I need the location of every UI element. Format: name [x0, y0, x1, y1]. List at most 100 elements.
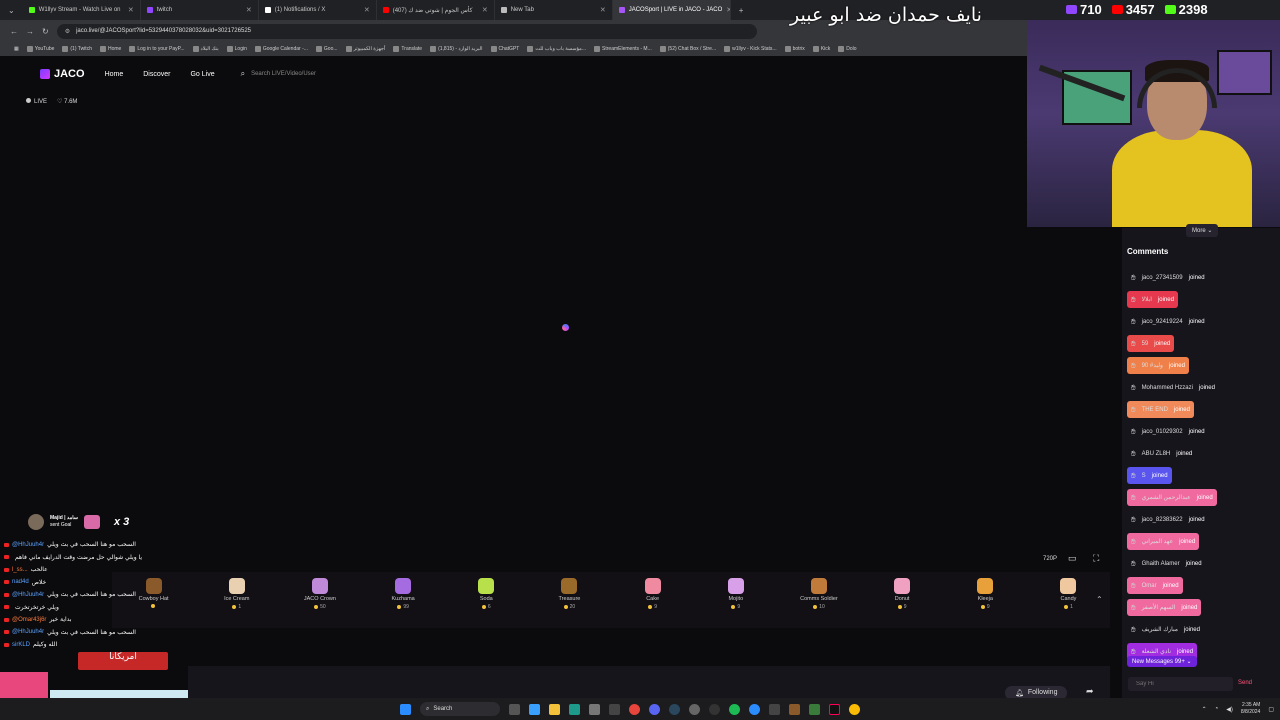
- nav-home[interactable]: Home: [105, 71, 124, 78]
- bookmark-item[interactable]: Goo...: [315, 46, 338, 52]
- store-icon[interactable]: [589, 703, 600, 715]
- back-icon[interactable]: ←: [10, 27, 18, 36]
- app-icon[interactable]: [609, 703, 620, 715]
- reload-icon[interactable]: ↻: [42, 27, 49, 36]
- browser-tab[interactable]: JACOSport | LIVE in JACO - JACO✕: [612, 0, 731, 20]
- discord-icon[interactable]: [649, 703, 660, 715]
- obs-icon[interactable]: [709, 703, 720, 715]
- theater-mode-icon[interactable]: ▭: [1068, 553, 1077, 564]
- bookmark-item[interactable]: Dolo: [838, 46, 857, 52]
- send-button[interactable]: Send: [1238, 680, 1252, 686]
- close-icon[interactable]: ✕: [128, 6, 134, 14]
- share-icon[interactable]: ➦: [1086, 686, 1094, 697]
- fullscreen-icon[interactable]: ⛶: [1093, 553, 1099, 564]
- comment-user[interactable]: Omar: [1142, 583, 1157, 589]
- app-icon-5[interactable]: [809, 703, 820, 715]
- new-tab-icon[interactable]: +: [731, 6, 752, 15]
- gift-item[interactable]: Cake 9: [611, 578, 694, 610]
- bookmark-item[interactable]: Google Calendar -...: [254, 46, 308, 52]
- gift-item[interactable]: JACO Crown 50: [278, 578, 361, 610]
- comment-user[interactable]: jaco_27341509: [1142, 275, 1183, 281]
- comment-user[interactable]: عبدالرحمن الشمري: [1142, 494, 1191, 501]
- notification-icon[interactable]: ▢: [1268, 706, 1274, 713]
- windows-start-icon[interactable]: [400, 703, 411, 715]
- comment-user[interactable]: عهد الميراني: [1142, 538, 1174, 545]
- jaco-logo[interactable]: JACO: [40, 68, 85, 80]
- browser-tab[interactable]: (1) Notifications / X ✕: [259, 0, 377, 20]
- chevron-up-icon[interactable]: ⌃: [1096, 595, 1103, 604]
- app-icon-2[interactable]: [749, 703, 760, 715]
- comment-user[interactable]: Mohammed Hzzazi: [1142, 385, 1193, 391]
- task-view-icon[interactable]: [509, 703, 520, 715]
- clock[interactable]: 2:35 AM 8/8/2024: [1241, 702, 1260, 716]
- more-button[interactable]: More ⌄: [1186, 224, 1219, 237]
- comment-user[interactable]: jaco_92419224: [1142, 319, 1183, 325]
- volume-icon[interactable]: ◀): [1226, 706, 1233, 713]
- bookmark-item[interactable]: مؤسسة باب وباب للت...: [527, 46, 586, 52]
- comment-user[interactable]: وليد# 90: [1142, 362, 1163, 369]
- close-icon[interactable]: ✕: [482, 6, 488, 14]
- tab-search-icon[interactable]: ⌄: [0, 6, 23, 15]
- chevron-up-icon[interactable]: ⌃: [1202, 706, 1207, 713]
- close-icon[interactable]: ✕: [246, 6, 252, 14]
- comment-user[interactable]: مبارك الشريف: [1142, 626, 1178, 633]
- comment-user[interactable]: 59: [1142, 341, 1149, 347]
- steam-icon[interactable]: [669, 703, 680, 715]
- bookmark-item[interactable]: w1llyv - Kick Stats...: [724, 46, 777, 52]
- bookmark-item[interactable]: StreamElements - M...: [594, 46, 652, 52]
- comment-user[interactable]: THE END: [1142, 407, 1168, 413]
- close-icon[interactable]: ✕: [364, 6, 370, 14]
- widget-icon[interactable]: [529, 703, 540, 715]
- settings-icon[interactable]: [689, 703, 700, 715]
- gift-item[interactable]: Ice Cream 1: [195, 578, 278, 610]
- comment-user[interactable]: jaco_82383622: [1142, 517, 1183, 523]
- gift-item[interactable]: Kleeja 9: [944, 578, 1027, 610]
- close-icon[interactable]: ✕: [600, 6, 606, 14]
- site-search[interactable]: ⌕ Search LIVE/Video/User: [241, 69, 316, 79]
- taskbar-search[interactable]: ⌕ Search: [420, 702, 500, 716]
- gift-item[interactable]: Donut 9: [861, 578, 944, 610]
- quality-selector[interactable]: 720P: [1043, 556, 1057, 562]
- gift-item[interactable]: Kuzhama 99: [362, 578, 445, 610]
- comment-user[interactable]: ابلالا: [1142, 296, 1152, 303]
- bookmark-item[interactable]: البريد الوارد - (1,815): [430, 46, 483, 52]
- bookmark-item[interactable]: botrix: [784, 46, 805, 52]
- new-messages-button[interactable]: New Messages 99+ ⌄: [1127, 656, 1197, 667]
- site-info-icon[interactable]: ⚙: [65, 28, 70, 35]
- gift-item[interactable]: Mojito 9: [694, 578, 777, 610]
- browser-tab[interactable]: New Tab ✕: [495, 0, 613, 20]
- comment-input[interactable]: [1128, 677, 1233, 691]
- bookmark-item[interactable]: (52) Chat Box / Stre...: [659, 46, 716, 52]
- bookmark-item[interactable]: بنك البلاد: [192, 46, 219, 52]
- comment-user[interactable]: jaco_01029302: [1142, 429, 1183, 435]
- app-icon-4[interactable]: [789, 703, 800, 715]
- edge-icon[interactable]: [569, 703, 580, 715]
- comment-user[interactable]: ABU ZL8H: [1142, 451, 1171, 457]
- bookmark-item[interactable]: (1) Twitch: [62, 46, 92, 52]
- file-explorer-icon[interactable]: [549, 703, 560, 715]
- bookmark-item[interactable]: أجهزة الكمبيوتر: [345, 46, 385, 52]
- bookmark-item[interactable]: Kick: [812, 46, 830, 52]
- forward-icon[interactable]: →: [26, 27, 34, 36]
- nav-discover[interactable]: Discover: [143, 71, 170, 78]
- comment-user[interactable]: Ghaith Alamer: [1142, 561, 1180, 567]
- address-bar[interactable]: ⚙ jaco.live/@JACOSport?lid=5329440378028…: [56, 23, 757, 39]
- chrome-icon-2[interactable]: [849, 703, 860, 715]
- bookmark-item[interactable]: YouTube: [26, 46, 54, 52]
- browser-tab[interactable]: twitch ✕: [141, 0, 259, 20]
- nav-go-live[interactable]: Go Live: [190, 71, 214, 78]
- app-icon-3[interactable]: [769, 703, 780, 715]
- gift-item[interactable]: Comms Soldier 10: [777, 578, 860, 610]
- comment-user[interactable]: السهم الأصفر: [1142, 604, 1176, 611]
- chrome-icon[interactable]: [629, 703, 640, 715]
- gift-item[interactable]: Candy 1: [1027, 578, 1110, 610]
- browser-tab[interactable]: (407) كأس الجوم | شوتي ضد ك ✕: [377, 0, 495, 20]
- bookmark-item[interactable]: Translate: [393, 46, 422, 52]
- gift-item[interactable]: Soda 6: [445, 578, 528, 610]
- bookmark-item[interactable]: Log in to your PayP...: [129, 46, 185, 52]
- browser-tab[interactable]: W1llyv Stream - Watch Live on ✕: [23, 0, 141, 20]
- comment-user[interactable]: S: [1142, 473, 1146, 479]
- comment-user[interactable]: نادي الشعلة: [1142, 648, 1171, 655]
- bookmark-item[interactable]: Login: [226, 46, 247, 52]
- gift-item[interactable]: Treasure 20: [528, 578, 611, 610]
